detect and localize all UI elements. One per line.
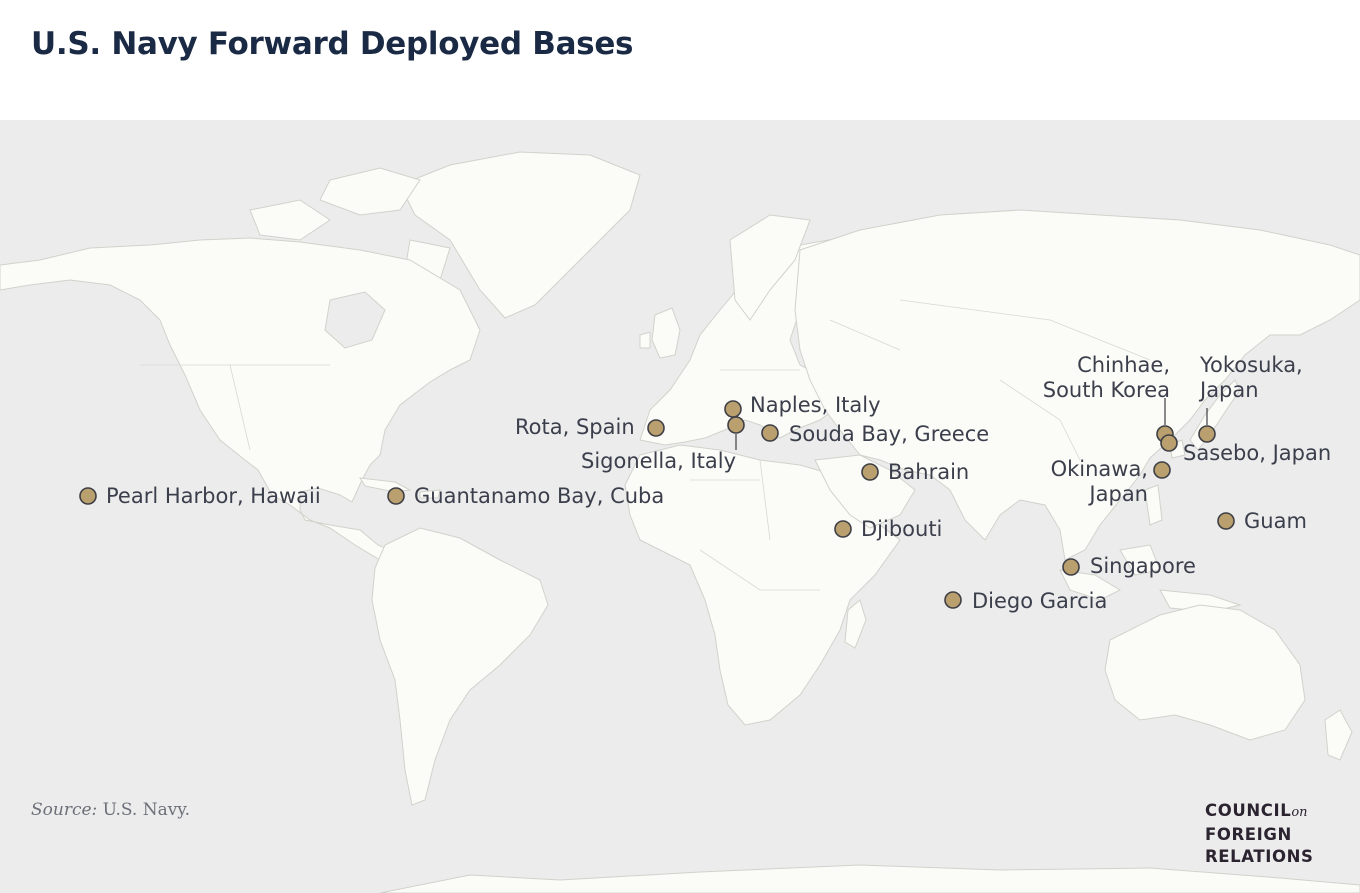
marker-diego-garcia	[944, 591, 962, 609]
label-chinhae-line2: South Korea	[1042, 378, 1170, 402]
landmass-british-isles	[639, 307, 681, 359]
landmass-north-america	[0, 237, 481, 561]
world-map: Pearl Harbor, Hawaii Guantanamo Bay, Cub…	[0, 120, 1360, 893]
label-chinhae-line1: Chinhae,	[1077, 353, 1170, 377]
label-guantanamo-bay: Guantanamo Bay, Cuba	[414, 484, 665, 508]
label-sigonella: Sigonella, Italy	[581, 449, 737, 473]
label-sasebo: Sasebo, Japan	[1183, 441, 1332, 465]
source-text: U.S. Navy.	[102, 800, 191, 820]
label-guam: Guam	[1244, 509, 1307, 533]
marker-sasebo	[1160, 434, 1178, 452]
label-diego-garcia: Diego Garcia	[972, 589, 1108, 613]
landmass-madagascar	[844, 599, 867, 649]
landmass-australia	[1104, 604, 1306, 741]
label-okinawa-line2: Japan	[1089, 482, 1148, 506]
logo-line-2: FOREIGN	[1205, 825, 1292, 844]
logo-line-1: COUNCILon	[1205, 801, 1308, 820]
label-okinawa: Okinawa, Japan	[1010, 457, 1148, 507]
label-rota: Rota, Spain	[515, 415, 635, 439]
marker-okinawa	[1153, 461, 1171, 479]
marker-rota	[647, 419, 665, 437]
map-title: U.S. Navy Forward Deployed Bases	[31, 26, 634, 62]
marker-yokosuka	[1198, 425, 1216, 443]
label-naples: Naples, Italy	[750, 393, 881, 417]
label-souda-bay: Souda Bay, Greece	[789, 422, 990, 446]
label-djibouti: Djibouti	[861, 517, 943, 541]
marker-guam	[1217, 512, 1235, 530]
marker-pearl-harbor	[79, 487, 97, 505]
label-pearl-harbor: Pearl Harbor, Hawaii	[106, 484, 321, 508]
marker-bahrain	[861, 463, 879, 481]
landmass-new-zealand	[1324, 709, 1353, 761]
cfr-logo: COUNCILon FOREIGN RELATIONS	[1205, 800, 1314, 868]
logo-on: on	[1291, 805, 1308, 820]
marker-guantanamo-bay	[387, 487, 405, 505]
label-chinhae: Chinhae, South Korea	[1030, 353, 1170, 403]
marker-souda-bay	[761, 424, 779, 442]
label-yokosuka-line1: Yokosuka,	[1200, 353, 1303, 377]
marker-sigonella	[727, 416, 745, 434]
landmass-antarctica	[379, 864, 1360, 893]
marker-djibouti	[834, 520, 852, 538]
marker-naples	[724, 400, 742, 418]
label-okinawa-line1: Okinawa,	[1050, 457, 1148, 481]
label-bahrain: Bahrain	[888, 460, 970, 484]
label-yokosuka: Yokosuka, Japan	[1200, 353, 1303, 403]
source-label: Source:	[31, 800, 98, 820]
label-yokosuka-line2: Japan	[1200, 378, 1259, 402]
marker-singapore	[1062, 558, 1080, 576]
label-singapore: Singapore	[1090, 554, 1196, 578]
source-note: Source: U.S. Navy.	[31, 800, 190, 820]
landmass-south-america	[371, 527, 549, 806]
logo-line-3: RELATIONS	[1205, 847, 1314, 866]
